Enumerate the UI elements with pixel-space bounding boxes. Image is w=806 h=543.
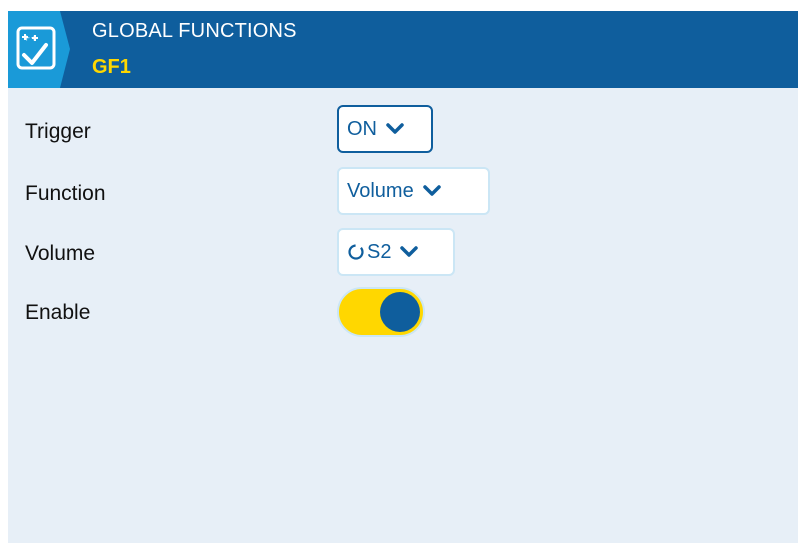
- page-subtitle: GF1: [92, 56, 131, 78]
- volume-label: Volume: [25, 242, 96, 265]
- screen: ⁺⁺ GLOBAL FUNCTIONS GF1 Trigger ON Funct…: [8, 11, 798, 543]
- page-title: GLOBAL FUNCTIONS: [92, 20, 297, 42]
- toggle-knob: [380, 292, 420, 332]
- volume-source-value: S2: [367, 240, 392, 263]
- volume-source-dropdown[interactable]: S2: [337, 228, 455, 276]
- trigger-label: Trigger: [25, 120, 91, 143]
- pot-icon: [348, 244, 364, 260]
- chevron-down-icon: [386, 123, 404, 134]
- header-bar: ⁺⁺ GLOBAL FUNCTIONS GF1: [8, 11, 798, 88]
- function-value: Volume: [347, 179, 414, 202]
- function-dropdown[interactable]: Volume: [337, 167, 490, 215]
- chevron-down-icon: [422, 185, 441, 196]
- enable-toggle[interactable]: [337, 287, 425, 337]
- function-label: Function: [25, 182, 106, 205]
- trigger-dropdown[interactable]: ON: [337, 105, 433, 153]
- enable-label: Enable: [25, 301, 91, 324]
- checklist-icon[interactable]: ⁺⁺: [8, 11, 80, 88]
- chevron-down-icon: [400, 246, 419, 257]
- trigger-value: ON: [347, 117, 377, 140]
